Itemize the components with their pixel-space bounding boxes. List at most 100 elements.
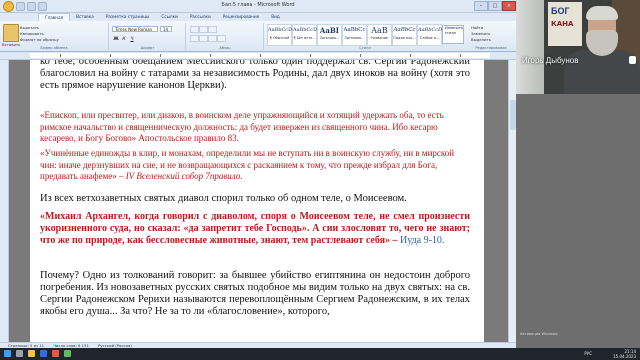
styles-group: AaBbCcDc ¶ Обычный AaBbCcDc ¶ Без инте... …: [265, 23, 465, 50]
font-size-select[interactable]: 14: [160, 26, 172, 32]
app-icon[interactable]: [64, 350, 71, 357]
style-sample: AaBbCc: [393, 27, 416, 33]
desktop-background: [516, 94, 640, 348]
paragraph-1: ко тебе, особенным обещанием Мессийского…: [40, 60, 470, 91]
style-subtitle[interactable]: AaBbCc Подзаголо...: [392, 24, 417, 46]
tab-review[interactable]: Рецензирование: [217, 13, 266, 21]
keyboard-language[interactable]: РУС: [584, 351, 592, 356]
ruler-tick: [210, 54, 211, 57]
style-name: Слабое в...: [419, 36, 440, 40]
style-name: Подзаголо...: [393, 36, 416, 40]
bold-button[interactable]: Ж: [113, 37, 119, 43]
speaker-hair: [586, 6, 618, 20]
microphone-icon: [629, 56, 636, 64]
style-name: ¶ Без инте...: [293, 36, 316, 40]
close-button[interactable]: ×: [502, 1, 516, 11]
webcam-video: БОГ КАНА Игорь Дыбунов: [516, 0, 640, 94]
replace-button[interactable]: Заменить: [471, 31, 490, 36]
file-explorer-icon[interactable]: [28, 350, 35, 357]
paragraph-group: Абзац: [187, 23, 264, 50]
style-name: Заголово...: [319, 36, 340, 40]
speaker-name: Игорь Дыбунов: [522, 56, 579, 65]
ruler-tick: [460, 54, 461, 57]
select-button[interactable]: Выделить: [471, 37, 491, 42]
ribbon: Вставить Вырезать Копировать Формат по о…: [0, 21, 516, 52]
ruler-tick: [310, 54, 311, 57]
style-heading-1[interactable]: AaBI Заголово...: [317, 24, 342, 46]
font-family-select[interactable]: Times New Roman: [112, 26, 158, 32]
copy-button[interactable]: Копировать: [20, 31, 44, 36]
minimize-button[interactable]: –: [474, 1, 488, 11]
align-left-icon[interactable]: [190, 35, 199, 42]
background-wall: [516, 0, 544, 94]
poster-text: КАНА: [551, 20, 574, 28]
justify-icon[interactable]: [217, 35, 226, 42]
maximize-button[interactable]: □: [488, 1, 502, 11]
tab-view[interactable]: Вид: [265, 13, 286, 21]
ruler-tick: [60, 54, 61, 57]
system-clock[interactable]: 21:14 15.04.2023: [613, 349, 636, 359]
paragraph-caption: Абзац: [219, 46, 231, 50]
paragraph-3: Почему? Одно из толкований говорит: за б…: [40, 270, 470, 317]
clipboard-group: Вставить Вырезать Копировать Формат по о…: [0, 23, 109, 50]
font-group: Times New Roman 14 Ж К Ч Шрифт: [110, 23, 186, 50]
style-sample: AaBbCcDc: [418, 27, 445, 33]
tab-references[interactable]: Ссылки: [155, 13, 183, 21]
wall-poster: БОГ КАНА: [548, 2, 582, 46]
tab-home[interactable]: Главная: [38, 13, 71, 21]
windows-activation-watermark: Активация Windows: [520, 332, 558, 336]
style-sample: AaBbCcDc: [268, 27, 295, 33]
tab-page-layout[interactable]: Разметка страницы: [100, 13, 156, 21]
clock-date: 15.04.2023: [613, 354, 636, 359]
ribbon-tabs: Главная Вставка Разметка страницы Ссылки…: [0, 13, 516, 21]
quote-text: «Учинённые единожды в клир, и монахам, о…: [40, 148, 455, 181]
format-painter-button[interactable]: Формат по образцу: [20, 37, 59, 42]
vertical-ruler[interactable]: [0, 60, 9, 342]
word-title-bar: Бап.5 глава - Microsoft Word – □ ×: [0, 0, 516, 13]
editing-group: Найти Заменить Выделить Редактирование: [467, 23, 515, 50]
clipboard-caption: Буфер обмена: [40, 46, 68, 50]
multilevel-list-icon[interactable]: [208, 26, 217, 33]
horizontal-ruler[interactable]: [0, 52, 516, 60]
style-heading-2[interactable]: AaBbCc Заголово...: [342, 24, 367, 46]
editing-caption: Редактирование: [475, 46, 507, 50]
change-styles-button[interactable]: Изменить стили: [442, 25, 464, 44]
document-page[interactable]: ко тебе, особенным обещанием Мессийского…: [30, 60, 484, 342]
styles-caption: Стили: [359, 46, 371, 50]
search-icon[interactable]: [16, 350, 23, 357]
quote-ecumenical-council: «Учинённые единожды в клир, и монахам, о…: [40, 148, 470, 183]
underline-button[interactable]: Ч: [129, 37, 135, 43]
find-button[interactable]: Найти: [471, 25, 483, 30]
browser-icon[interactable]: [52, 350, 59, 357]
style-normal[interactable]: AaBbCcDc ¶ Обычный: [267, 24, 295, 46]
scripture-link[interactable]: Иуда 9-10.: [400, 235, 444, 246]
style-title[interactable]: AaB Название: [367, 24, 392, 46]
tab-insert[interactable]: Вставка: [70, 13, 100, 21]
style-sample: AaBI: [319, 26, 340, 35]
tab-mailings[interactable]: Рассылки: [184, 13, 217, 21]
poster-text: БОГ: [551, 6, 570, 16]
ruler-tick: [360, 54, 361, 57]
style-no-spacing[interactable]: AaBbCcDc ¶ Без инте...: [292, 24, 320, 46]
ruler-tick: [110, 54, 111, 57]
quote-apostolic-canon: «Епископ, или пресвитер, или диакон, в в…: [40, 110, 444, 143]
start-icon[interactable]: [4, 350, 11, 357]
ruler-tick: [160, 54, 161, 57]
style-sample: AaBbCc: [343, 27, 366, 33]
font-caption: Шрифт: [140, 46, 155, 50]
paste-icon[interactable]: [3, 24, 19, 42]
style-subtle-emphasis[interactable]: AaBbCcDc Слабое в...: [417, 24, 445, 46]
paragraph-2: Из всех ветхозаветных святых диавол спор…: [40, 193, 407, 204]
word-icon[interactable]: [40, 350, 47, 357]
bullets-icon[interactable]: [190, 26, 199, 33]
cut-button[interactable]: Вырезать: [20, 25, 39, 30]
style-sample: AaB: [371, 26, 388, 35]
window-title: Бап.5 глава - Microsoft Word: [221, 2, 295, 8]
style-sample: AaBbCcDc: [293, 27, 320, 33]
align-right-icon[interactable]: [208, 35, 217, 42]
align-center-icon[interactable]: [199, 35, 208, 42]
numbering-icon[interactable]: [199, 26, 208, 33]
ruler-tick: [260, 54, 261, 57]
ruler-tick: [410, 54, 411, 57]
italic-button[interactable]: К: [121, 37, 127, 43]
